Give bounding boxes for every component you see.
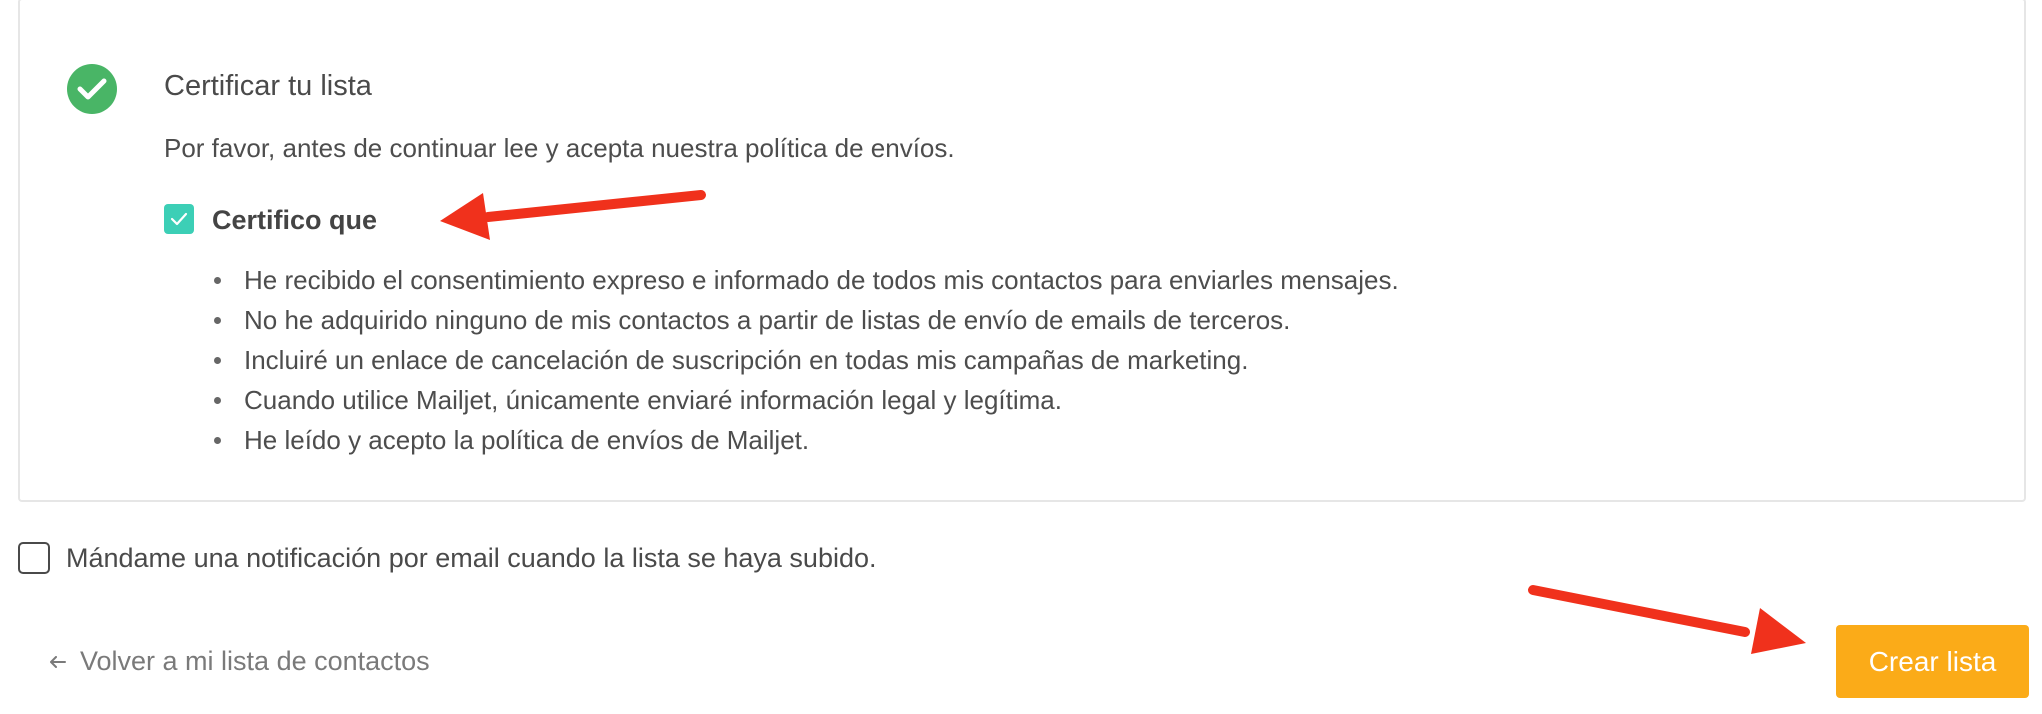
back-to-contacts-link[interactable]: Volver a mi lista de contactos xyxy=(50,646,430,677)
term-text: He leído y acepto la política de envíos … xyxy=(244,425,810,455)
bullet-icon xyxy=(214,357,221,364)
certify-label: Certifico que xyxy=(212,205,378,235)
annotation-arrow-create xyxy=(1528,585,1806,654)
bullet-icon xyxy=(214,397,221,404)
list-item: Incluiré un enlace de cancelación de sus… xyxy=(212,340,1399,380)
notify-label[interactable]: Mándame una notificación por email cuand… xyxy=(66,543,877,574)
check-circle-icon xyxy=(67,64,117,114)
notify-checkbox[interactable] xyxy=(18,542,50,574)
term-text: Incluiré un enlace de cancelación de sus… xyxy=(244,345,1249,375)
bullet-icon xyxy=(214,317,221,324)
certify-checkbox[interactable] xyxy=(164,204,194,234)
certification-title: Certificar tu lista xyxy=(164,70,372,102)
list-item: Cuando utilice Mailjet, únicamente envia… xyxy=(212,380,1399,420)
terms-list: He recibido el consentimiento expreso e … xyxy=(212,260,1399,460)
back-link-label: Volver a mi lista de contactos xyxy=(80,646,430,676)
create-list-page: Certificar tu lista Por favor, antes de … xyxy=(0,0,2042,714)
bullet-icon xyxy=(214,277,221,284)
arrow-left-icon xyxy=(50,655,66,668)
checkmark-icon xyxy=(170,212,188,226)
certification-intro: Por favor, antes de continuar lee y acep… xyxy=(164,133,955,163)
bullet-icon xyxy=(214,437,221,444)
create-list-button[interactable]: Crear lista xyxy=(1836,625,2029,698)
term-text: Cuando utilice Mailjet, únicamente envia… xyxy=(244,385,1062,415)
term-text: No he adquirido ninguno de mis contactos… xyxy=(244,305,1291,335)
list-item: He recibido el consentimiento expreso e … xyxy=(212,260,1399,300)
list-item: He leído y acepto la política de envíos … xyxy=(212,420,1399,460)
list-item: No he adquirido ninguno de mis contactos… xyxy=(212,300,1399,340)
term-text: He recibido el consentimiento expreso e … xyxy=(244,265,1399,295)
